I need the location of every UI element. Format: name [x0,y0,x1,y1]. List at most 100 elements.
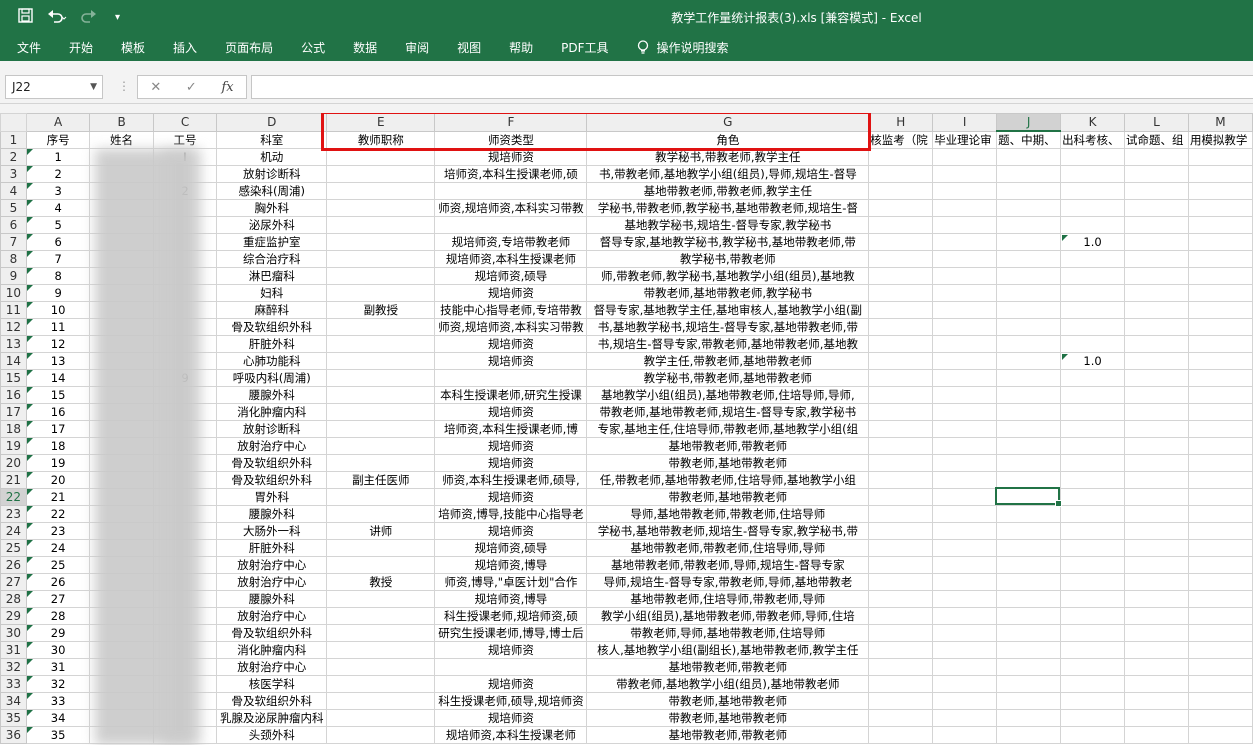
cell-K19[interactable] [1060,437,1125,455]
cell-B1[interactable]: 姓名 [89,130,154,149]
cell-E8[interactable] [326,250,436,268]
cell-G27[interactable]: 导师,规培生-督导专家,带教老师,导师,基地带教老 [586,573,870,591]
cell-F22[interactable]: 规培师资 [434,488,588,506]
row-header[interactable]: 17 [0,403,27,421]
cell-K28[interactable] [1060,590,1125,608]
cell-A35[interactable]: 34 [25,709,91,727]
cell-J17[interactable] [996,403,1062,421]
cell-J27[interactable] [996,573,1062,591]
cell-G9[interactable]: 师,带教老师,教学秘书,基地教学小组(组员),基地教 [586,267,870,285]
cell-D15[interactable]: 呼吸内科(周浦) [216,369,328,387]
cell-K24[interactable] [1060,522,1125,540]
cell-G7[interactable]: 督导专家,基地教学秘书,教学秘书,基地带教老师,带 [586,233,870,251]
cell-I26[interactable] [932,556,998,574]
cell-D29[interactable]: 放射治疗中心 [216,607,328,625]
column-header-C[interactable]: C [152,113,218,132]
cell-A28[interactable]: 27 [25,590,91,608]
cell-J23[interactable] [996,505,1062,523]
cell-H20[interactable] [868,454,934,472]
cell-M30[interactable] [1187,624,1253,642]
cell-K30[interactable] [1060,624,1125,642]
cell-K35[interactable] [1060,709,1125,727]
cell-E21[interactable]: 副主任医师 [326,471,436,489]
cell-J6[interactable] [996,216,1062,234]
row-header[interactable]: 4 [0,182,27,200]
cell-I7[interactable] [932,233,998,251]
cell-K7[interactable]: 1.0 [1060,233,1125,251]
cell-F10[interactable]: 规培师资 [434,284,588,302]
cell-I36[interactable] [932,726,998,744]
cell-E15[interactable] [326,369,436,387]
tell-me-search[interactable]: 操作说明搜索 [623,39,729,56]
cell-A17[interactable]: 16 [25,403,91,421]
cell-A21[interactable]: 20 [25,471,91,489]
cell-G20[interactable]: 带教老师,基地带教老师 [586,454,870,472]
cell-L8[interactable] [1124,250,1189,268]
cell-A19[interactable]: 18 [25,437,91,455]
cell-D33[interactable]: 核医学科 [216,675,328,693]
cell-L10[interactable] [1124,284,1189,302]
tab-page-layout[interactable]: 页面布局 [211,39,287,56]
cell-L13[interactable] [1124,335,1189,353]
cell-I14[interactable] [932,352,998,370]
cell-J16[interactable] [996,386,1062,404]
cell-K29[interactable] [1060,607,1125,625]
cell-D25[interactable]: 肝脏外科 [216,539,328,557]
cell-M9[interactable] [1187,267,1253,285]
cell-M29[interactable] [1187,607,1253,625]
cell-E32[interactable] [326,658,436,676]
save-icon[interactable] [18,7,33,27]
tab-help[interactable]: 帮助 [495,39,547,56]
enter-button[interactable]: ✓ [186,80,197,95]
cell-K9[interactable] [1060,267,1125,285]
cell-L7[interactable] [1124,233,1189,251]
cell-E7[interactable] [326,233,436,251]
cell-L36[interactable] [1124,726,1189,744]
cell-H36[interactable] [868,726,934,744]
row-header[interactable]: 11 [0,301,27,319]
cell-F21[interactable]: 师资,本科生授课老师,硕导, [434,471,588,489]
cell-D22[interactable]: 胃外科 [216,488,328,506]
row-header[interactable]: 21 [0,471,27,489]
cell-I11[interactable] [932,301,998,319]
row-header[interactable]: 28 [0,590,27,608]
cell-H2[interactable] [868,148,934,166]
cell-G33[interactable]: 带教老师,基地教学小组(组员),基地带教老师 [586,675,870,693]
cell-A13[interactable]: 12 [25,335,91,353]
cell-G21[interactable]: 任,带教老师,基地带教老师,住培导师,基地教学小组 [586,471,870,489]
cell-K34[interactable] [1060,692,1125,710]
tab-insert[interactable]: 插入 [159,39,211,56]
cell-I17[interactable] [932,403,998,421]
cell-F28[interactable]: 规培师资,博导 [434,590,588,608]
cell-L19[interactable] [1124,437,1189,455]
cell-M4[interactable] [1187,182,1253,200]
cell-M17[interactable] [1187,403,1253,421]
cell-I15[interactable] [932,369,998,387]
cancel-button[interactable]: ✕ [150,80,161,95]
cell-E22[interactable] [326,488,436,506]
cell-D14[interactable]: 心肺功能科 [216,352,328,370]
cell-H15[interactable] [868,369,934,387]
cell-L15[interactable] [1124,369,1189,387]
cell-E4[interactable] [326,182,436,200]
cell-H23[interactable] [868,505,934,523]
cell-E26[interactable] [326,556,436,574]
row-header[interactable]: 7 [0,233,27,251]
cell-M13[interactable] [1187,335,1253,353]
cell-D12[interactable]: 骨及软组织外科 [216,318,328,336]
cell-A9[interactable]: 8 [25,267,91,285]
column-header-L[interactable]: L [1124,113,1189,132]
cell-G4[interactable]: 基地带教老师,带教老师,教学主任 [586,182,870,200]
cell-M35[interactable] [1187,709,1253,727]
cell-K11[interactable] [1060,301,1125,319]
cell-F9[interactable]: 规培师资,硕导 [434,267,588,285]
cell-F6[interactable] [434,216,588,234]
cell-K31[interactable] [1060,641,1125,659]
cell-D3[interactable]: 放射诊断科 [216,165,328,183]
cell-A22[interactable]: 21 [25,488,91,506]
cell-F18[interactable]: 培师资,本科生授课老师,博 [434,420,588,438]
tab-view[interactable]: 视图 [443,39,495,56]
cell-J2[interactable] [996,148,1062,166]
cell-F11[interactable]: 技能中心指导老师,专培带教 [434,301,588,319]
cell-H8[interactable] [868,250,934,268]
